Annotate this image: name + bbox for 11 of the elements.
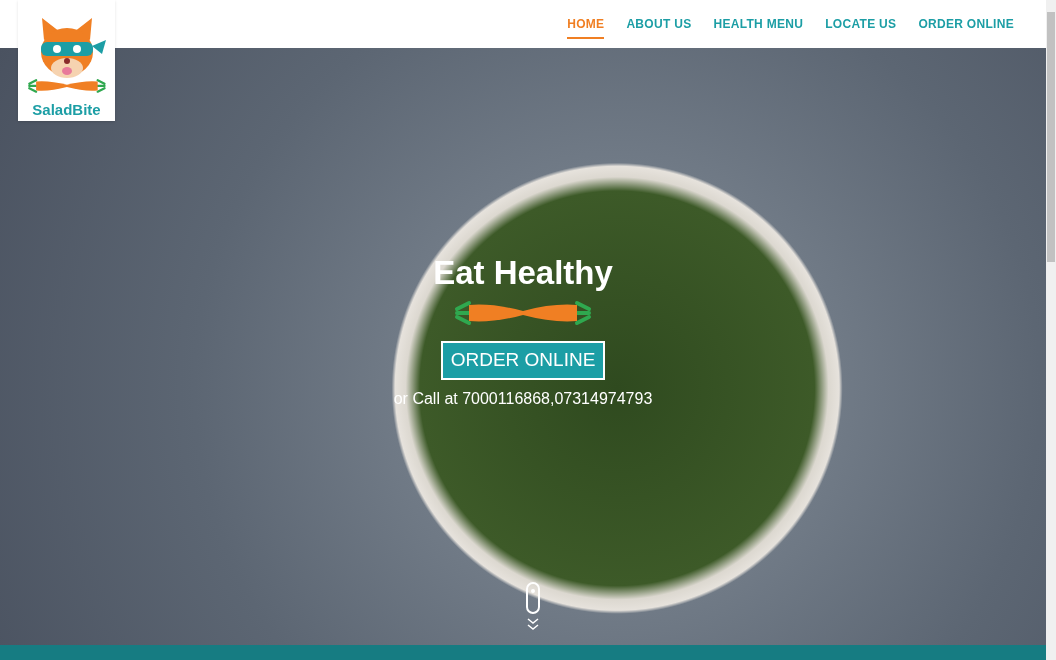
logo-text: SaladBite [32,102,101,117]
scroll-down-icon [525,581,541,631]
nav-link[interactable]: ORDER ONLINE [918,9,1014,39]
scrollbar-thumb[interactable] [1047,12,1055,262]
nav-link[interactable]: ABOUT US [626,9,692,39]
nav-link[interactable]: HOME [567,9,605,39]
carrots-icon [452,299,594,327]
nav-link[interactable]: LOCATE US [825,9,897,39]
nav-link[interactable]: HEALTH MENU [713,9,804,39]
order-online-button[interactable]: ORDER ONLINE [440,341,606,380]
logo-card[interactable]: SaladBite [18,0,115,121]
